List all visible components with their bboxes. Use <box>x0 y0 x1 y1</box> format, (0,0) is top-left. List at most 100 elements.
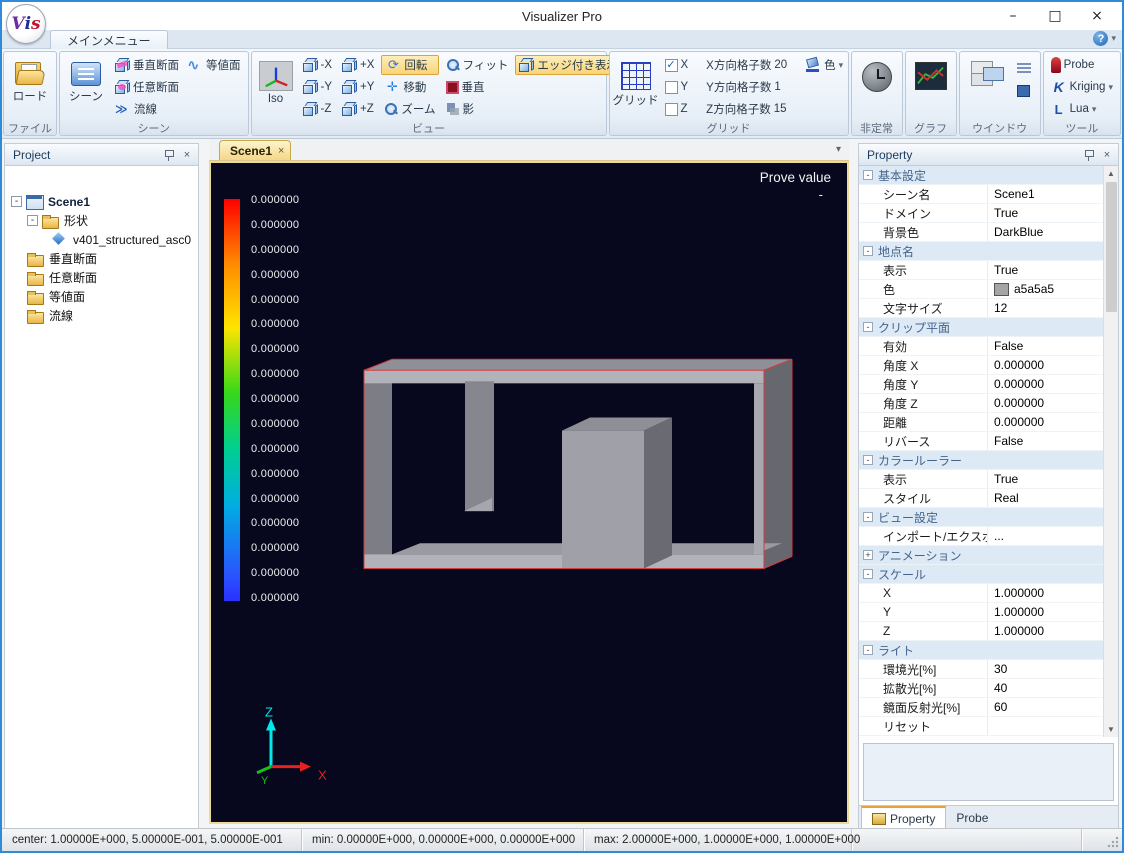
property-value[interactable]: 0.000000 <box>987 375 1103 393</box>
view-plus-y-button[interactable]: +Y <box>339 77 377 97</box>
scene-tab-close-icon[interactable]: × <box>278 145 284 157</box>
tree-item[interactable]: - Scene1 <box>11 192 196 211</box>
property-value[interactable] <box>1006 641 1103 659</box>
streamline-button[interactable]: ≫ 流線 <box>112 99 244 119</box>
tab-property[interactable]: Property <box>861 806 946 829</box>
grid-x-checkbox[interactable]: ✓X <box>662 55 692 75</box>
close-button[interactable]: × <box>1076 2 1118 30</box>
property-row[interactable]: ドメイン True <box>859 204 1103 223</box>
property-row[interactable]: 拡散光[%] 40 <box>859 679 1103 698</box>
group-toggle-icon[interactable]: - <box>863 512 873 522</box>
view-minus-y-button[interactable]: -Y <box>300 77 336 97</box>
property-value[interactable] <box>1006 508 1103 526</box>
property-row[interactable]: インポート/エクスポート ... <box>859 527 1103 546</box>
tree-item[interactable]: 垂直断面 <box>11 249 196 268</box>
group-toggle-icon[interactable]: - <box>863 645 873 655</box>
property-value[interactable]: DarkBlue <box>987 223 1103 241</box>
maximize-button[interactable]: □ <box>1034 2 1076 30</box>
property-value[interactable]: 1.000000 <box>987 584 1103 602</box>
view-plus-x-button[interactable]: +X <box>339 55 377 75</box>
tree-item[interactable]: v401_structured_asc0 <box>11 230 196 249</box>
arbitrary-section-button[interactable]: 任意断面 <box>112 77 244 97</box>
tree-item[interactable]: 等値面 <box>11 287 196 306</box>
property-row[interactable]: 角度 Z 0.000000 <box>859 394 1103 413</box>
property-row[interactable]: シーン名 Scene1 <box>859 185 1103 204</box>
scene-3d-canvas[interactable]: Z Y X 0.0000000.0000000.0000000.0000000.… <box>209 161 849 824</box>
window-list-button[interactable] <box>1014 59 1034 79</box>
lua-button[interactable]: LLua▾ <box>1048 99 1116 119</box>
scroll-up-icon[interactable]: ▲ <box>1104 166 1119 181</box>
property-row[interactable]: リバース False <box>859 432 1103 451</box>
property-row[interactable]: Y 1.000000 <box>859 603 1103 622</box>
property-value[interactable]: False <box>987 432 1103 450</box>
grid-button[interactable]: グリッド <box>614 55 658 111</box>
move-button[interactable]: ✛移動 <box>381 77 438 97</box>
tab-main-menu[interactable]: メインメニュー <box>50 30 168 49</box>
property-value[interactable]: False <box>987 337 1103 355</box>
property-value[interactable] <box>1006 546 1103 564</box>
transient-button[interactable] <box>855 55 899 95</box>
group-toggle-icon[interactable]: + <box>863 550 873 560</box>
kriging-dropdown-icon[interactable]: ▾ <box>1108 82 1113 93</box>
property-value[interactable]: 30 <box>987 660 1103 678</box>
property-value[interactable]: Real <box>987 489 1103 507</box>
pin-icon[interactable] <box>162 148 176 162</box>
tree-item[interactable]: 任意断面 <box>11 268 196 287</box>
grid-y-count-field[interactable]: Y方向格子数1 <box>703 77 790 97</box>
resize-grip[interactable] <box>1082 829 1122 851</box>
scrollbar-thumb[interactable] <box>1106 182 1117 312</box>
rotate-button[interactable]: ⟳回転 <box>381 55 438 75</box>
property-value[interactable]: Scene1 <box>987 185 1103 203</box>
view-plus-z-button[interactable]: +Z <box>339 99 377 119</box>
property-value[interactable]: 0.000000 <box>987 394 1103 412</box>
property-value[interactable]: a5a5a5 <box>987 280 1103 298</box>
property-row[interactable]: - ライト <box>859 641 1103 660</box>
lua-dropdown-icon[interactable]: ▾ <box>1092 104 1097 115</box>
tab-list-dropdown-icon[interactable]: ▾ <box>836 144 841 155</box>
property-row[interactable]: - 基本設定 <box>859 166 1103 185</box>
load-button[interactable]: ロード <box>8 55 52 107</box>
property-row[interactable]: + アニメーション <box>859 546 1103 565</box>
vertical-section-button[interactable]: 垂直断面 <box>112 55 182 75</box>
property-row[interactable]: 色 a5a5a5 <box>859 280 1103 299</box>
isosurface-button[interactable]: ∿ 等値面 <box>184 55 244 75</box>
iso-view-button[interactable]: Iso <box>256 55 296 108</box>
minimize-button[interactable]: – <box>992 2 1034 30</box>
view-minus-x-button[interactable]: -X <box>300 55 336 75</box>
property-value[interactable]: 1.000000 <box>987 622 1103 640</box>
property-row[interactable]: Z 1.000000 <box>859 622 1103 641</box>
fit-button[interactable]: フィット <box>443 55 512 75</box>
view-minus-z-button[interactable]: -Z <box>300 99 336 119</box>
property-row[interactable]: 距離 0.000000 <box>859 413 1103 432</box>
property-value[interactable] <box>1006 318 1103 336</box>
color-dropdown-icon[interactable]: ▾ <box>839 60 844 71</box>
property-row[interactable]: 文字サイズ 12 <box>859 299 1103 318</box>
grid-z-count-field[interactable]: Z方向格子数15 <box>703 99 790 119</box>
group-toggle-icon[interactable]: - <box>863 170 873 180</box>
help-dropdown-icon[interactable]: ▾ <box>1111 33 1116 44</box>
property-value[interactable] <box>1006 166 1103 184</box>
probe-button[interactable]: Probe <box>1048 55 1116 75</box>
perpendicular-button[interactable]: 垂直 <box>443 77 512 97</box>
scroll-down-icon[interactable]: ▼ <box>1104 722 1119 737</box>
property-value[interactable] <box>1006 242 1103 260</box>
property-value[interactable]: 60 <box>987 698 1103 716</box>
shadow-button[interactable]: 影 <box>443 99 512 119</box>
property-value[interactable]: True <box>987 204 1103 222</box>
tree-item[interactable]: - 形状 <box>11 211 196 230</box>
group-toggle-icon[interactable]: - <box>863 322 873 332</box>
window-layout-button[interactable] <box>966 55 1010 90</box>
tree-expander-icon[interactable]: - <box>27 215 38 226</box>
property-row[interactable]: 有効 False <box>859 337 1103 356</box>
scene-button[interactable]: シーン <box>64 55 108 107</box>
grid-z-checkbox[interactable]: Z <box>662 99 692 119</box>
property-row[interactable]: リセット <box>859 717 1103 736</box>
property-row[interactable]: 表示 True <box>859 261 1103 280</box>
grid-x-count-field[interactable]: X方向格子数20 <box>703 55 790 75</box>
graph-button[interactable] <box>909 55 953 93</box>
property-row[interactable]: - カラールーラー <box>859 451 1103 470</box>
property-row[interactable]: 角度 X 0.000000 <box>859 356 1103 375</box>
tree-item[interactable]: 流線 <box>11 306 196 325</box>
group-toggle-icon[interactable]: - <box>863 246 873 256</box>
property-row[interactable]: - クリップ平面 <box>859 318 1103 337</box>
